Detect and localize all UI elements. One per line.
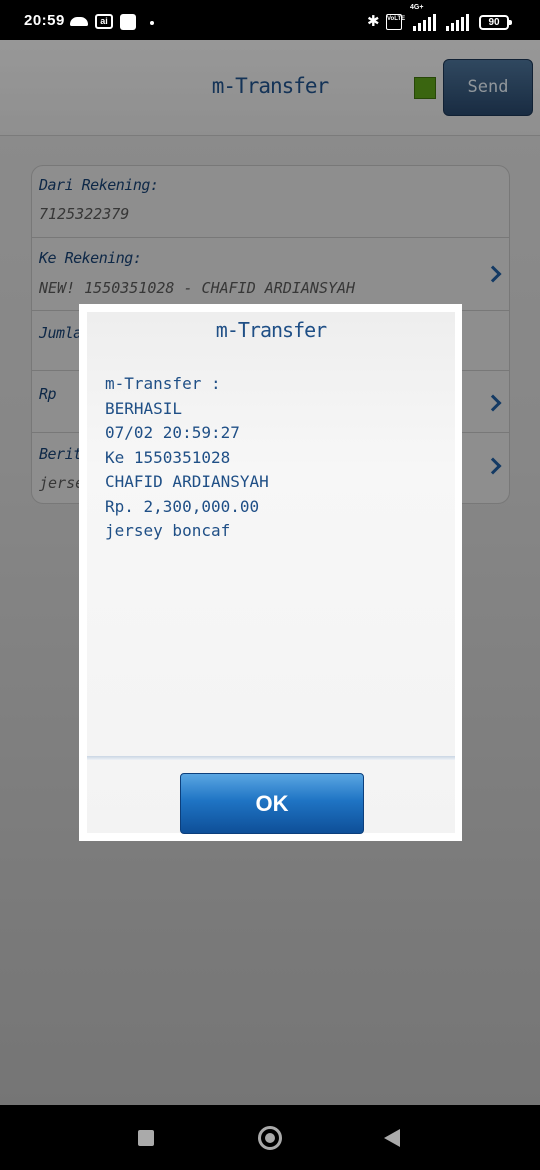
message-line: jersey boncaf [105, 521, 231, 540]
home-icon[interactable] [258, 1126, 282, 1150]
status-bar: 20:59 ai ✱ VoLTE 4G+ 90 [0, 0, 540, 40]
notification-square-icon [120, 14, 136, 30]
ai-badge-icon: ai [95, 14, 113, 29]
result-dialog: m-Transfer m-Transfer : BERHASIL 07/02 2… [79, 304, 462, 841]
status-time: 20:59 [24, 12, 65, 29]
cloud-icon [70, 17, 88, 26]
message-line: m-Transfer : [105, 374, 221, 393]
message-line: BERHASIL [105, 398, 183, 418]
signal-icon [446, 14, 469, 31]
dialog-body: m-Transfer m-Transfer : BERHASIL 07/02 2… [87, 312, 455, 834]
volte-icon: VoLTE [386, 14, 405, 30]
message-line: CHAFID ARDIANSYAH [105, 472, 269, 491]
message-line: 07/02 20:59:27 [105, 423, 240, 442]
dialog-title: m-Transfer [215, 318, 327, 342]
ok-button[interactable]: OK [180, 773, 364, 834]
dialog-message: m-Transfer : BERHASIL 07/02 20:59:27 Ke … [105, 374, 269, 546]
message-line: Ke 1550351028 [105, 447, 231, 467]
network-type: 4G+ [410, 4, 424, 11]
recent-apps-icon[interactable] [138, 1130, 154, 1146]
dot-icon [150, 21, 154, 25]
navigation-bar [0, 1105, 540, 1170]
bluetooth-icon: ✱ [367, 12, 380, 30]
back-icon[interactable] [384, 1129, 400, 1147]
dialog-divider [87, 756, 455, 760]
message-line: Rp. 2,300,000.00 [105, 496, 260, 516]
signal-icon [413, 14, 436, 31]
battery-icon: 90 [479, 15, 512, 30]
